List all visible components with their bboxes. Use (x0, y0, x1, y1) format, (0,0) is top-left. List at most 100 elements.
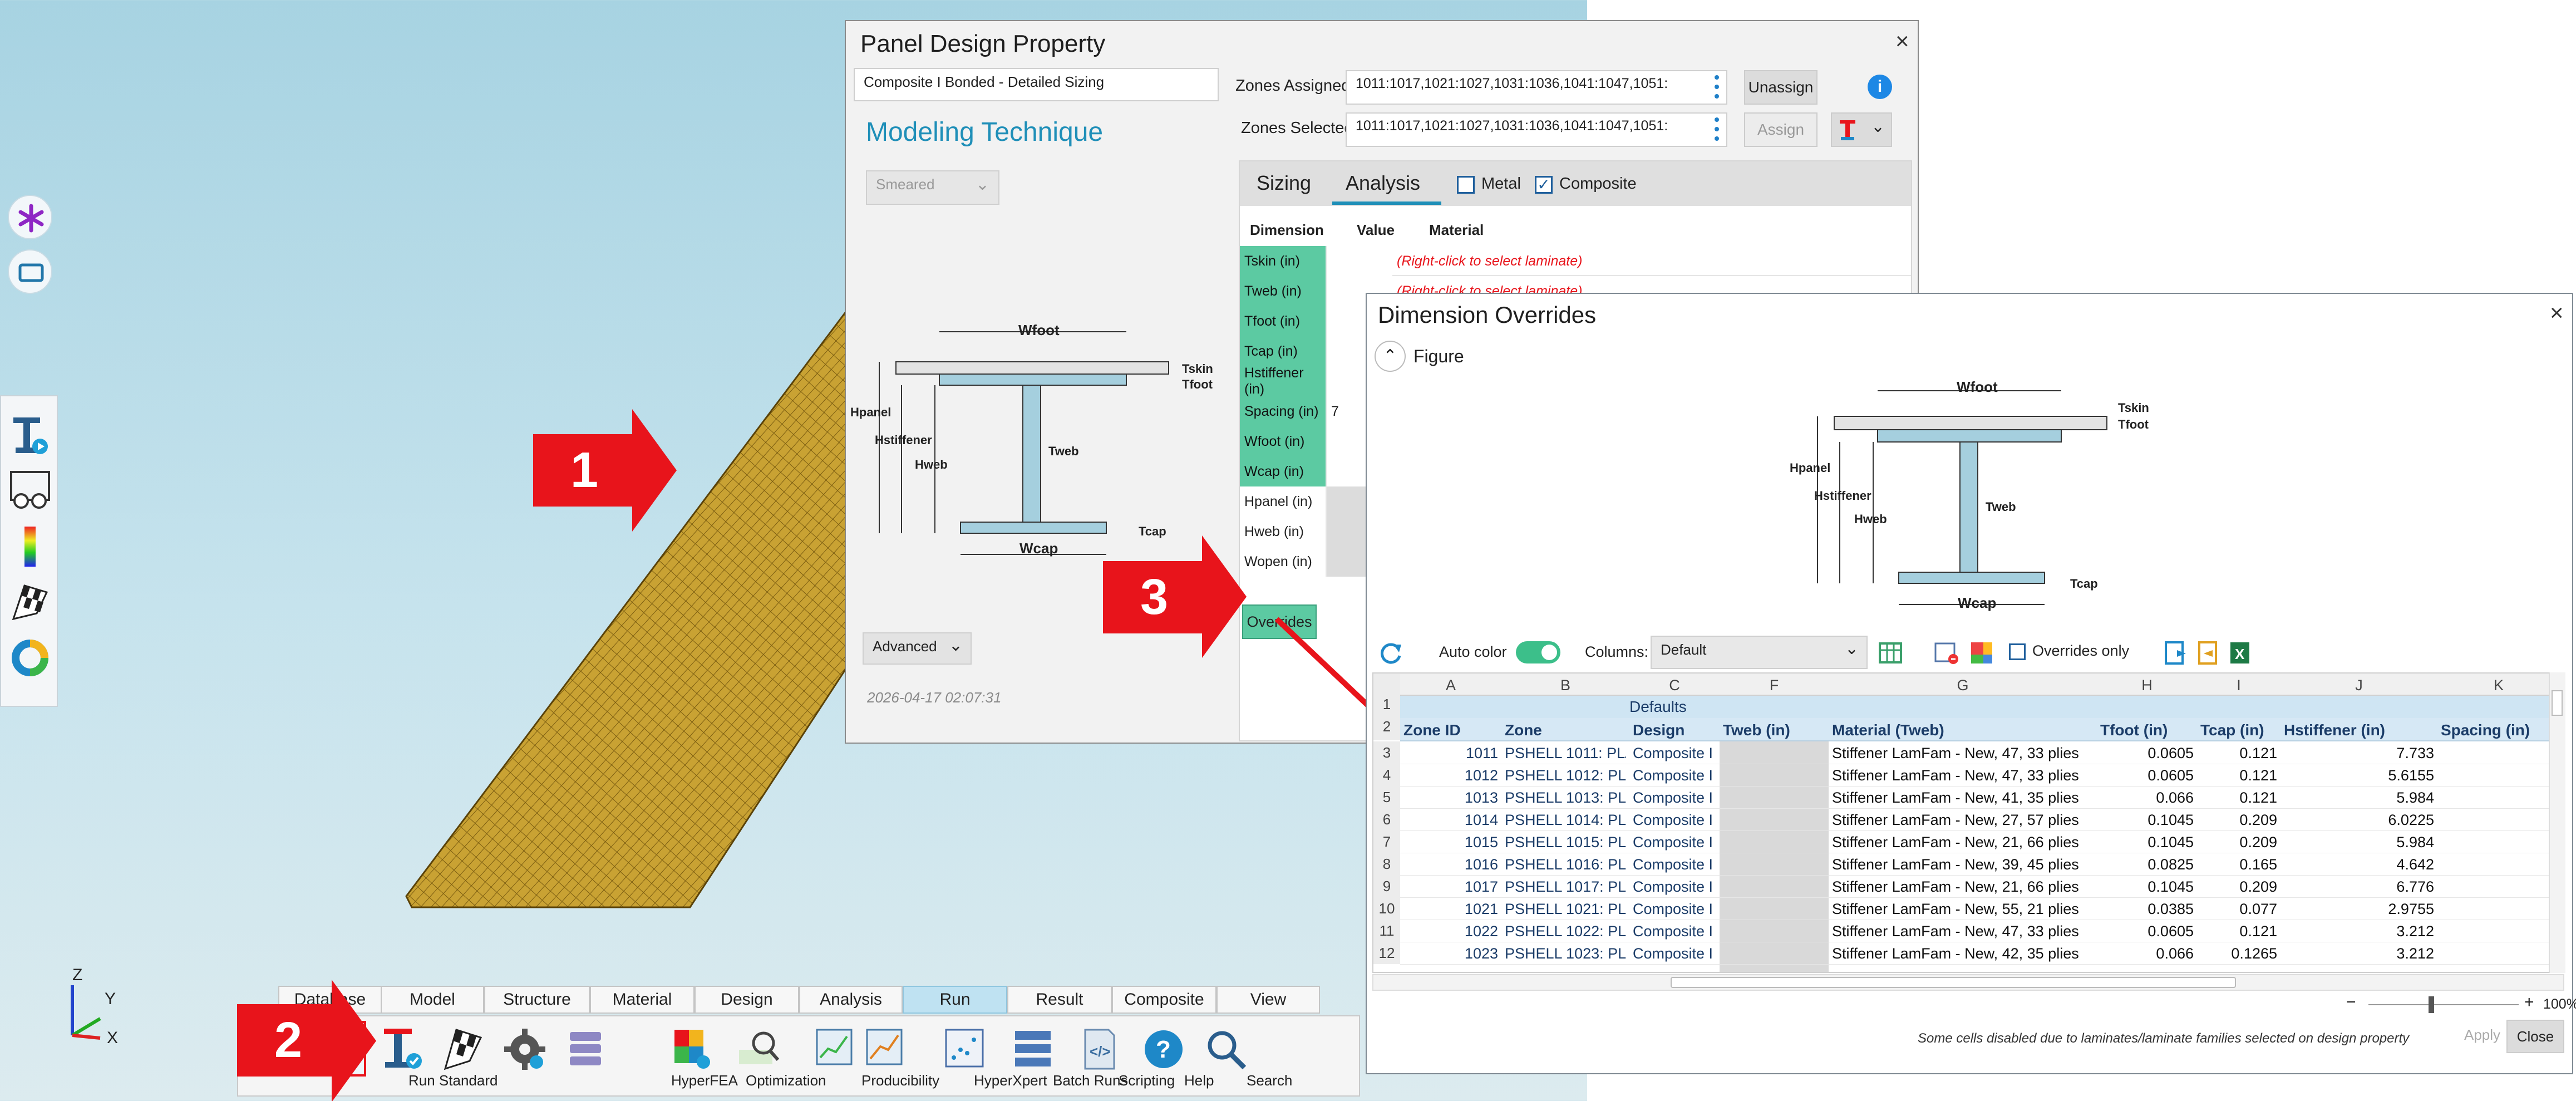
ribbon-tab[interactable]: Run (903, 986, 1007, 1014)
sizing-run-icon[interactable] (377, 1024, 427, 1074)
close-button[interactable]: Close (2506, 1020, 2564, 1053)
metal-checkbox[interactable] (1457, 176, 1475, 194)
column-letter[interactable]: H (2097, 677, 2197, 694)
cell-hst[interactable]: 7.733 (2284, 745, 2434, 762)
assign-button[interactable]: Assign (1744, 112, 1818, 147)
cell-tfoot[interactable]: 0.0605 (2100, 923, 2194, 940)
cell-zone[interactable]: PSHELL 1011: PLA (1505, 745, 1626, 762)
cell-id[interactable]: 1011 (1403, 745, 1498, 762)
producibility-icon-2[interactable] (861, 1024, 912, 1074)
checkered-flag-icon[interactable] (8, 580, 52, 625)
zones-selected-menu-icon[interactable] (1708, 115, 1725, 144)
column-header[interactable]: Spacing (in) (2441, 721, 2530, 739)
cell-zone[interactable]: PSHELL 1022: PLA (1505, 923, 1626, 940)
cell-tfoot[interactable]: 0.066 (2100, 945, 2194, 962)
cell-mat[interactable]: Stiffener LamFam - New, 39, 45 plies (1832, 856, 2094, 873)
dimension-value[interactable] (1326, 246, 1392, 276)
auto-color-toggle[interactable] (1516, 641, 1560, 663)
cell-hst[interactable]: 4.642 (2284, 856, 2434, 873)
technique-dropdown[interactable]: Smeared ⌄ (866, 170, 999, 205)
cell-design[interactable]: Composite I (1633, 856, 1716, 873)
cell-tcap[interactable]: 0.165 (2200, 856, 2277, 873)
advanced-dropdown[interactable]: Advanced ⌄ (863, 632, 972, 665)
cell-tfoot[interactable]: 0.1045 (2100, 878, 2194, 896)
dimension-material[interactable]: (Right-click to select laminate) (1392, 246, 1911, 276)
hyperxpert-icon[interactable] (940, 1024, 991, 1074)
cell-zone[interactable]: PSHELL 1021: PLA (1505, 901, 1626, 918)
cell-mat[interactable]: Stiffener LamFam - New, 21, 66 plies (1832, 834, 2094, 851)
tab-analysis[interactable]: Analysis (1346, 171, 1420, 195)
refresh-icon[interactable] (1377, 639, 1405, 667)
cell-tcap[interactable]: 0.121 (2200, 789, 2277, 807)
export-icon[interactable] (2163, 639, 2188, 667)
composite-checkbox[interactable]: ✓ (1535, 176, 1553, 194)
overrides-only-checkbox[interactable] (2009, 643, 2026, 660)
close-icon[interactable]: × (1895, 28, 1909, 55)
column-header[interactable]: Hstiffener (in) (2284, 721, 2385, 739)
column-header[interactable]: Zone ID (1403, 721, 1461, 739)
cell-hst[interactable]: 6.0225 (2284, 812, 2434, 829)
cell-design[interactable]: Composite I (1633, 878, 1716, 896)
column-header[interactable]: Tcap (in) (2200, 721, 2264, 739)
cell-tcap[interactable]: 0.1265 (2200, 945, 2277, 962)
cell-tcap[interactable]: 0.209 (2200, 878, 2277, 896)
zones-selected-field[interactable]: 1011:1017,1021:1027,1031:1036,1041:1047,… (1346, 112, 1727, 147)
cell-id[interactable]: 1016 (1403, 856, 1498, 873)
clear-overrides-icon[interactable] (1932, 639, 1960, 667)
cell-hst[interactable]: 3.212 (2284, 945, 2434, 962)
ribbon-tab[interactable]: Material (590, 986, 695, 1014)
zones-assigned-field[interactable]: 1011:1017,1021:1027,1031:1036,1041:1047,… (1346, 70, 1727, 105)
cell-mat[interactable]: Stiffener LamFam - New, 27, 57 plies (1832, 812, 2094, 829)
cell-tfoot[interactable]: 0.1045 (2100, 834, 2194, 851)
vertical-scroll-thumb[interactable] (2552, 690, 2563, 716)
cell-id[interactable]: 1021 (1403, 901, 1498, 918)
cell-tcap[interactable]: 0.121 (2200, 745, 2277, 762)
assign-mode-dropdown[interactable]: ⌄ (1831, 112, 1892, 147)
cell-zone[interactable]: PSHELL 1013: PLA (1505, 789, 1626, 807)
column-letter[interactable]: J (2281, 677, 2437, 694)
gear-icon[interactable] (500, 1024, 550, 1074)
cell-design[interactable]: Composite I (1633, 923, 1716, 940)
collapse-figure-icon[interactable]: ⌃ (1375, 341, 1406, 372)
column-header[interactable]: Tfoot (in) (2100, 721, 2168, 739)
color-fill-icon[interactable] (1968, 639, 1996, 667)
asterisk-icon[interactable] (8, 195, 52, 239)
cell-tfoot[interactable]: 0.066 (2100, 789, 2194, 807)
cell-tcap[interactable]: 0.209 (2200, 834, 2277, 851)
unassign-button[interactable]: Unassign (1744, 70, 1818, 105)
cell-design[interactable]: Composite I (1633, 745, 1716, 762)
cell-hst[interactable]: 5.6155 (2284, 767, 2434, 784)
cell-mat[interactable]: Stiffener LamFam - New, 41, 35 plies (1832, 789, 2094, 807)
cell-design[interactable]: Composite I (1633, 789, 1716, 807)
cell-design[interactable]: Composite I (1633, 945, 1716, 962)
checkered-flag-icon[interactable] (439, 1024, 489, 1074)
column-header[interactable]: Zone (1505, 721, 1542, 739)
tab-sizing[interactable]: Sizing (1257, 171, 1311, 195)
column-letter[interactable]: F (1720, 677, 1829, 694)
cell-tfoot[interactable]: 0.0825 (2100, 856, 2194, 873)
cell-tfoot[interactable]: 0.1045 (2100, 812, 2194, 829)
cell-id[interactable]: 1023 (1403, 945, 1498, 962)
horizontal-scroll-thumb[interactable] (1671, 977, 2236, 988)
cell-tfoot[interactable]: 0.0605 (2100, 745, 2194, 762)
cell-tcap[interactable]: 0.209 (2200, 812, 2277, 829)
cell-zone[interactable]: PSHELL 1014: PLA (1505, 812, 1626, 829)
ribbon-tab[interactable]: View (1216, 986, 1320, 1014)
cell-mat[interactable]: Stiffener LamFam - New, 47, 33 plies (1832, 745, 2094, 762)
zones-assigned-menu-icon[interactable] (1708, 72, 1725, 101)
zoom-in-icon[interactable]: + (2524, 993, 2534, 1012)
cell-mat[interactable]: Stiffener LamFam - New, 47, 33 plies (1832, 767, 2094, 784)
cell-zone[interactable]: PSHELL 1015: PLA (1505, 834, 1626, 851)
zoom-slider-track[interactable] (2368, 1004, 2519, 1005)
cell-hst[interactable]: 2.9755 (2284, 901, 2434, 918)
search-icon[interactable] (1201, 1024, 1251, 1074)
cell-zone[interactable]: PSHELL 1012: PLA (1505, 767, 1626, 784)
column-chooser-icon[interactable] (1876, 639, 1904, 667)
cell-tfoot[interactable]: 0.0605 (2100, 767, 2194, 784)
donut-chart-icon[interactable] (8, 636, 52, 680)
cell-design[interactable]: Composite I (1633, 812, 1716, 829)
optimization-icon[interactable] (733, 1024, 784, 1074)
ribbon-tab[interactable]: Design (695, 986, 799, 1014)
cell-zone[interactable]: PSHELL 1017: PLA (1505, 878, 1626, 896)
cell-hst[interactable]: 5.984 (2284, 789, 2434, 807)
